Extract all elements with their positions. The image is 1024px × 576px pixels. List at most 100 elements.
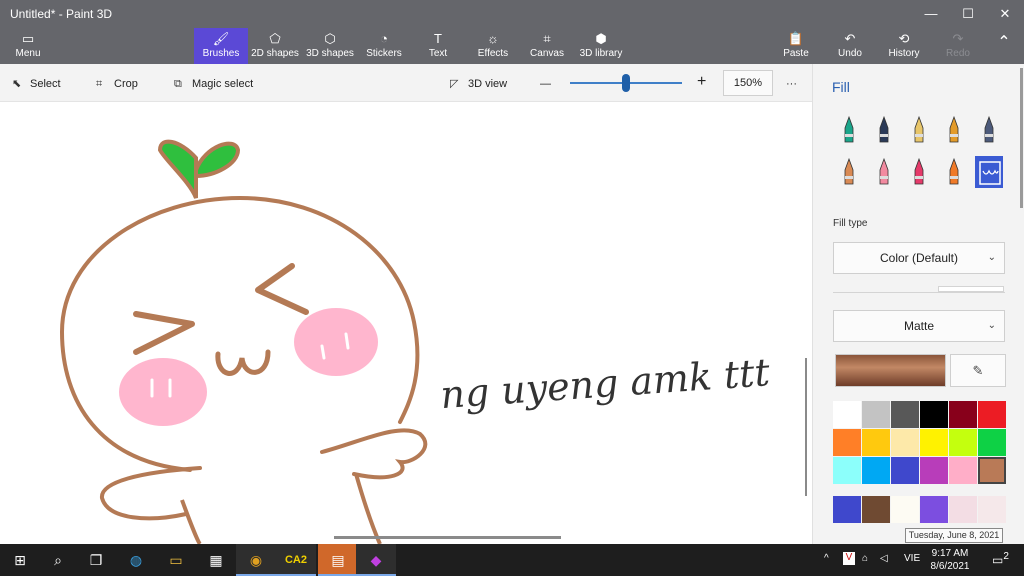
tab-3d-shapes[interactable]: ⬡ 3D shapes — [304, 28, 356, 64]
custom-color-swatch[interactable] — [978, 496, 1006, 523]
file-explorer-icon[interactable]: ▭ — [156, 544, 196, 576]
brush-spray-can-icon[interactable] — [940, 156, 968, 188]
vietkey-icon[interactable]: V — [843, 552, 855, 565]
library-icon: ⬢ — [595, 31, 607, 46]
ca2-icon[interactable]: CA2 — [276, 544, 316, 576]
color-swatch[interactable] — [862, 457, 890, 484]
tab-label: 2D shapes — [251, 48, 299, 59]
edge-icon[interactable]: ◍ — [116, 544, 156, 576]
paint3d-icon[interactable]: ◆ — [356, 544, 396, 576]
color-swatch[interactable] — [891, 429, 919, 456]
tab-3d-library[interactable]: ⬢ 3D library — [578, 28, 624, 64]
task-view-icon[interactable]: ❐ — [76, 544, 116, 576]
brush-marker-icon[interactable] — [835, 114, 863, 146]
tab-brushes[interactable]: 🖌 Brushes — [194, 28, 248, 64]
select-button[interactable]: ⬉ Select — [12, 76, 61, 92]
store-icon[interactable]: ▦ — [196, 544, 236, 576]
custom-color-swatch[interactable] — [862, 496, 890, 523]
tab-text[interactable]: T Text — [420, 28, 456, 64]
brush-pixel-pen-icon[interactable] — [975, 114, 1003, 146]
cube-icon: ⬡ — [324, 31, 336, 46]
fill-type-label: Fill type — [833, 218, 868, 229]
select-label: Select — [30, 78, 61, 90]
redo-button[interactable]: ↷ Redo — [940, 28, 976, 64]
undo-button[interactable]: ↶ Undo — [832, 28, 868, 64]
start-icon[interactable]: ⊞ — [0, 544, 40, 576]
close-button[interactable]: ✕ — [994, 4, 1016, 24]
custom-color-swatch[interactable] — [833, 496, 861, 523]
history-button[interactable]: ⟲ History — [884, 28, 924, 64]
color-swatch[interactable] — [949, 457, 977, 484]
drawing-canvas[interactable]: ng uyeng amk ttt — [0, 102, 812, 544]
color-swatch[interactable] — [862, 429, 890, 456]
clock[interactable]: 9:17 AM 8/6/2021 — [920, 547, 980, 573]
color-swatch[interactable] — [920, 401, 948, 428]
tab-canvas[interactable]: ⌗ Canvas — [526, 28, 568, 64]
brush-pencil-icon[interactable] — [835, 156, 863, 188]
color-swatch[interactable] — [891, 457, 919, 484]
chevron-down-icon: ⌄ — [987, 320, 996, 331]
color-swatch[interactable] — [920, 429, 948, 456]
brush-fill-icon[interactable] — [975, 156, 1003, 188]
zoom-level[interactable]: 150% — [723, 70, 773, 96]
brush-oil-brush-icon[interactable] — [905, 114, 933, 146]
color-swatch[interactable] — [833, 457, 861, 484]
thickness-slider[interactable] — [938, 286, 1004, 292]
right-eye — [255, 263, 309, 315]
fill-type-dropdown[interactable]: Color (Default) ⌄ — [833, 242, 1005, 274]
zoom-slider-thumb[interactable] — [622, 74, 630, 92]
volume-icon[interactable]: ◁ — [880, 553, 888, 564]
material-dropdown[interactable]: Matte ⌄ — [833, 310, 1005, 342]
color-swatch[interactable] — [978, 429, 1006, 456]
tab-effects[interactable]: ☼ Effects — [472, 28, 514, 64]
magic-select-button[interactable]: ⧉ Magic select — [174, 76, 253, 92]
language-indicator[interactable]: VIE — [904, 553, 920, 564]
color-swatch[interactable] — [949, 429, 977, 456]
panel-scrollbar[interactable] — [1020, 68, 1023, 208]
vertical-scrollbar[interactable] — [805, 358, 807, 496]
calculator-icon[interactable]: ▤ — [318, 544, 358, 576]
menu-button[interactable]: ▭ Menu — [8, 28, 48, 64]
material-value: Matte — [903, 319, 934, 333]
tab-label: Stickers — [366, 48, 402, 59]
brush-eraser-icon[interactable] — [870, 156, 898, 188]
zoom-out-button[interactable]: — — [540, 76, 551, 92]
paste-button[interactable]: 📋 Paste — [778, 28, 814, 64]
more-options-button[interactable]: ··· — [786, 76, 797, 92]
color-swatch[interactable] — [833, 429, 861, 456]
custom-color-swatch[interactable] — [949, 496, 977, 523]
color-swatch[interactable] — [949, 401, 977, 428]
tab-label: 3D shapes — [306, 48, 354, 59]
collapse-ribbon-button[interactable]: ⌃ — [992, 28, 1016, 64]
eyedropper-button[interactable]: ✎ — [950, 354, 1006, 387]
custom-color-swatch[interactable] — [891, 496, 919, 523]
network-icon[interactable]: ⌂ — [862, 553, 868, 564]
sprout-drawing — [157, 139, 241, 199]
tray-chevron-icon[interactable]: ^ — [824, 553, 829, 564]
tab-2d-shapes[interactable]: ⬠ 2D shapes — [250, 28, 300, 64]
color-swatch[interactable] — [862, 401, 890, 428]
color-swatch[interactable] — [891, 401, 919, 428]
brush-calligraphy-pen-icon[interactable] — [870, 114, 898, 146]
brush-watercolor-icon[interactable] — [940, 114, 968, 146]
horizontal-scrollbar[interactable] — [334, 536, 561, 539]
tab-stickers[interactable]: ◔ Stickers — [362, 28, 406, 64]
custom-color-swatch[interactable] — [920, 496, 948, 523]
chrome-icon[interactable]: ◉ — [236, 544, 276, 576]
color-swatch[interactable] — [978, 457, 1006, 484]
color-swatch[interactable] — [833, 401, 861, 428]
signature-text: ng uyeng amk ttt — [439, 350, 772, 417]
window-title: Untitled* - Paint 3D — [10, 7, 113, 21]
notification-icon[interactable]: ▭2 — [992, 551, 1009, 567]
maximize-button[interactable]: ☐ — [957, 4, 979, 24]
brush-crayon-icon[interactable] — [905, 156, 933, 188]
color-swatch[interactable] — [978, 401, 1006, 428]
search-icon[interactable]: ⌕ — [38, 544, 78, 576]
crop-button[interactable]: ⌗ Crop — [96, 76, 138, 92]
current-color-swatch[interactable] — [835, 354, 946, 387]
3d-view-button[interactable]: ◸ 3D view — [450, 76, 507, 92]
zoom-in-button[interactable]: + — [697, 74, 706, 90]
title-bar: Untitled* - Paint 3D — ☐ ✕ — [0, 0, 1024, 28]
minimize-button[interactable]: — — [920, 4, 942, 24]
color-swatch[interactable] — [920, 457, 948, 484]
